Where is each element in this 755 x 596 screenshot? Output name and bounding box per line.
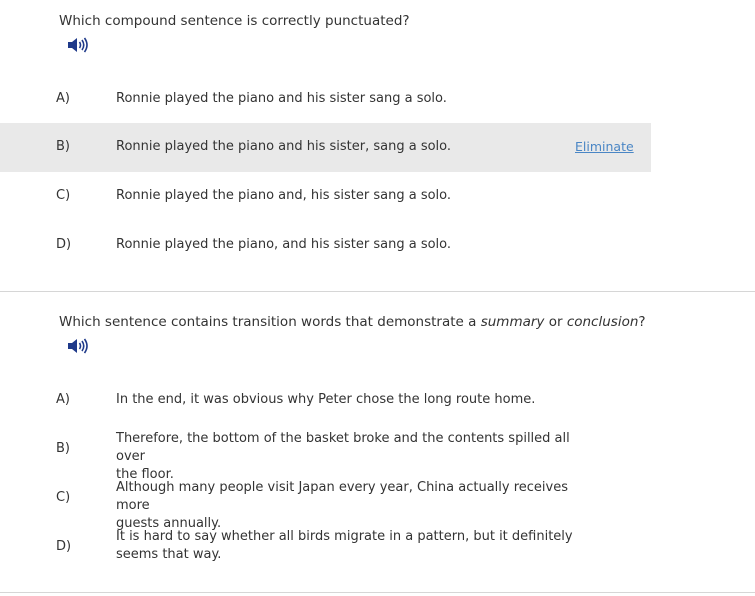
eliminate-link[interactable]: Eliminate — [575, 139, 634, 154]
answer-option-b[interactable]: B) Therefore, the bottom of the basket b… — [0, 426, 651, 482]
answer-option-c[interactable]: C) Although many people visit Japan ever… — [0, 475, 651, 531]
answer-option-a[interactable]: A) In the end, it was obvious why Peter … — [0, 376, 651, 422]
question-divider — [0, 592, 755, 593]
option-text: In the end, it was obvious why Peter cho… — [116, 391, 576, 409]
option-text-line: seems that way. — [116, 547, 222, 562]
option-text-line: Therefore, the bottom of the basket brok… — [116, 431, 570, 464]
prompt-emphasis-conclusion: conclusion — [566, 314, 639, 330]
option-letter: B) — [56, 441, 70, 456]
speaker-icon[interactable] — [66, 337, 88, 355]
option-letter: D) — [56, 237, 72, 252]
option-letter: C) — [56, 490, 71, 505]
question-2-prompt: Which sentence contains transition words… — [59, 314, 646, 330]
option-letter: C) — [56, 188, 71, 203]
prompt-text: ? — [638, 314, 646, 330]
option-text: Ronnie played the piano and, his sister … — [116, 188, 452, 203]
question-2: Which sentence contains transition words… — [0, 292, 755, 592]
prompt-emphasis-summary: summary — [480, 314, 545, 330]
answer-option-d[interactable]: D) Ronnie played the piano, and his sist… — [0, 221, 651, 270]
question-1: Which compound sentence is correctly pun… — [0, 0, 755, 291]
option-letter: B) — [56, 139, 70, 154]
option-letter: A) — [56, 392, 70, 407]
prompt-text: Which sentence contains transition words… — [59, 314, 481, 330]
question-1-prompt: Which compound sentence is correctly pun… — [59, 13, 410, 29]
option-text: Ronnie played the piano and his sister, … — [116, 139, 452, 154]
answer-option-a[interactable]: A) Ronnie played the piano and his siste… — [0, 74, 651, 123]
option-letter: D) — [56, 539, 72, 554]
option-text: Ronnie played the piano and his sister s… — [116, 91, 447, 106]
option-text-line: In the end, it was obvious why Peter cho… — [116, 392, 536, 407]
option-text-line: It is hard to say whether all birds migr… — [116, 529, 573, 544]
answer-option-d[interactable]: D) It is hard to say whether all birds m… — [0, 524, 651, 570]
answer-option-b[interactable]: B) Ronnie played the piano and his siste… — [0, 123, 651, 172]
speaker-icon[interactable] — [66, 36, 88, 54]
option-text-line: Although many people visit Japan every y… — [116, 480, 568, 513]
option-text: Ronnie played the piano, and his sister … — [116, 237, 452, 252]
option-text: It is hard to say whether all birds migr… — [116, 528, 576, 564]
prompt-text: or — [544, 314, 567, 330]
option-letter: A) — [56, 91, 70, 106]
answer-option-c[interactable]: C) Ronnie played the piano and, his sist… — [0, 172, 651, 221]
